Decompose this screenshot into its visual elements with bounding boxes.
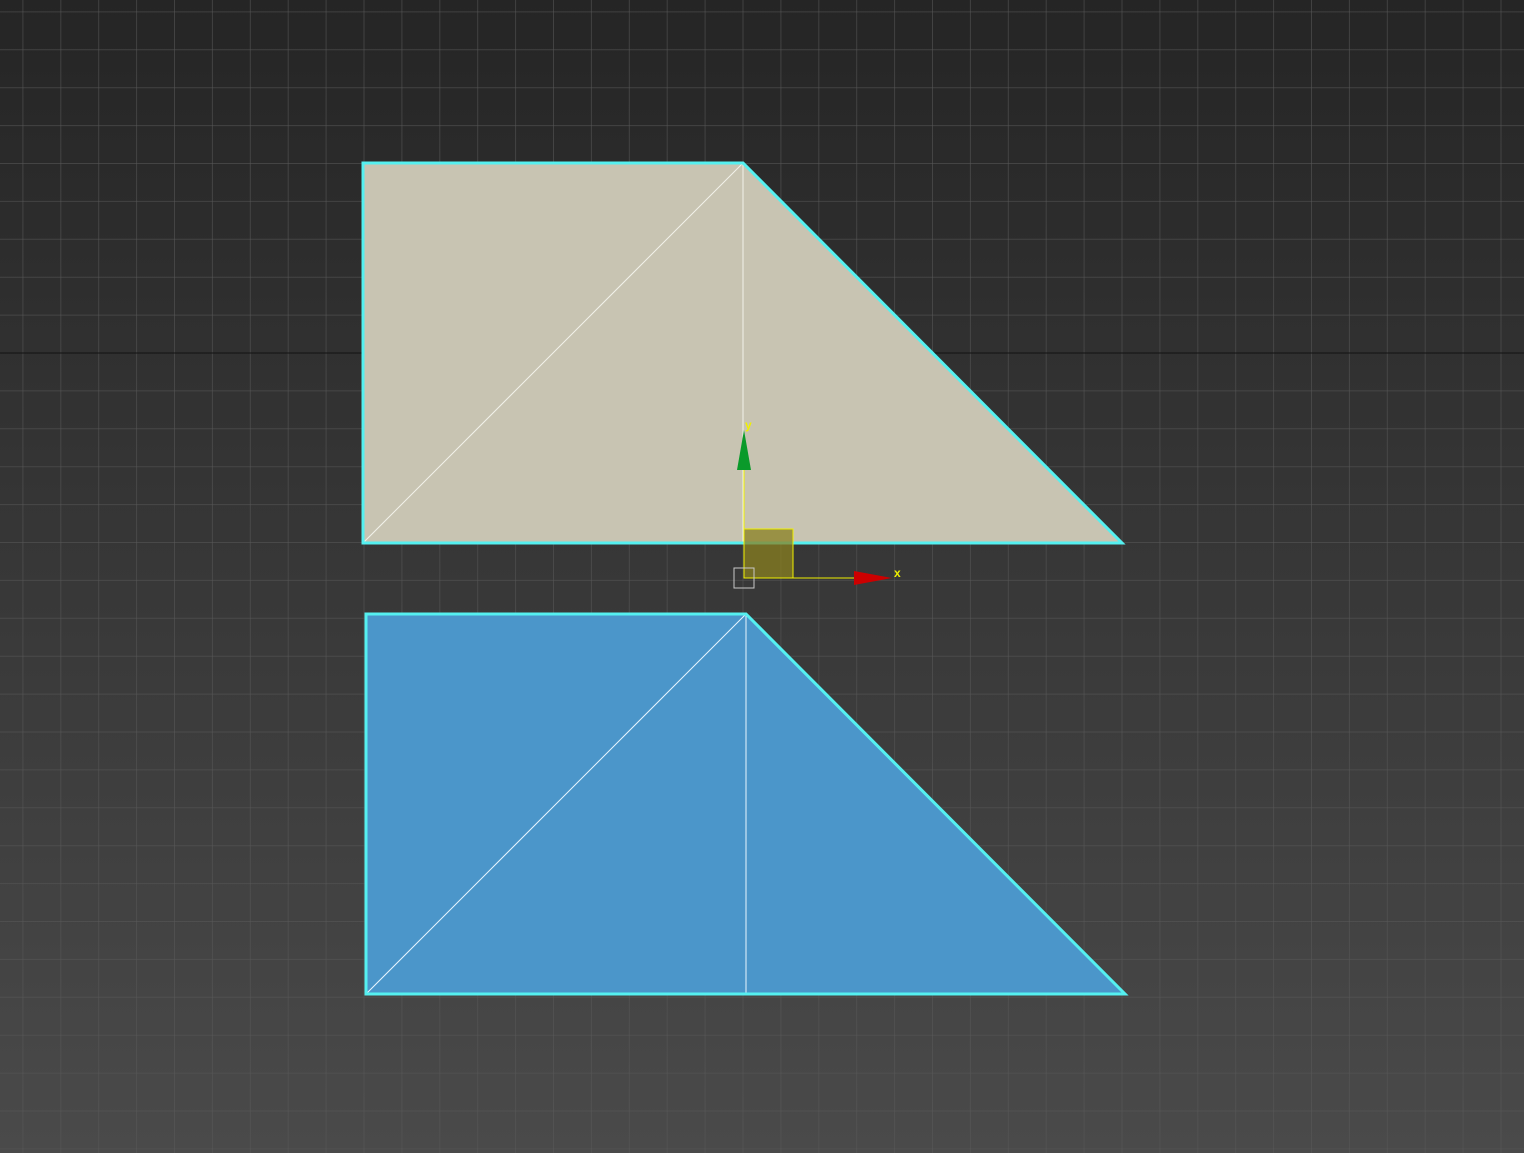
- viewport-canvas[interactable]: y x: [0, 0, 1524, 1153]
- perspective-viewport[interactable]: y x: [0, 0, 1524, 1153]
- gizmo-y-label: y: [745, 418, 752, 432]
- gizmo-xy-plane-handle[interactable]: [743, 528, 794, 579]
- gizmo-x-label: x: [894, 566, 901, 580]
